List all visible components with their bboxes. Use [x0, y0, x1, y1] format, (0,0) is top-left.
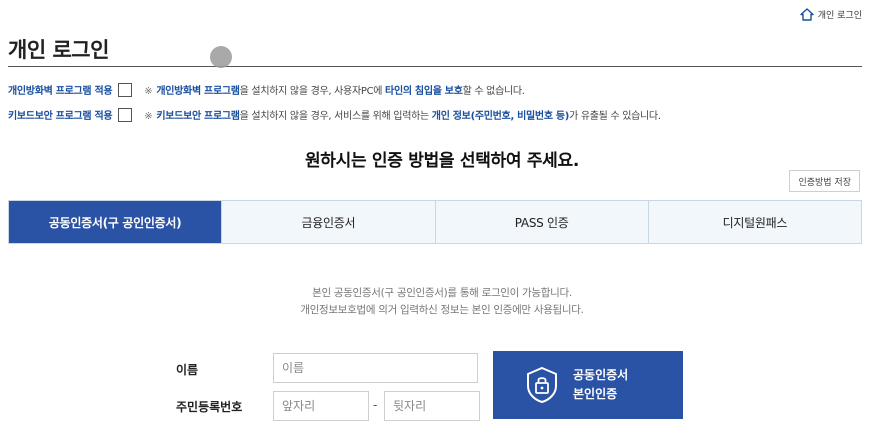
note-text: 을 설치하지 않을 경우, 사용자PC에 — [239, 86, 386, 97]
note-highlight: 개인 정보(주민번호, 비밀번호 등) — [431, 111, 570, 122]
info-line-2: 개인정보보호법에 의거 입력하신 정보는 본인 인증에만 사용됩니다. — [300, 304, 584, 316]
mouse-cursor-indicator — [210, 46, 232, 68]
keyboard-security-option-label: 키보드보안 프로그램 적용 — [8, 111, 113, 122]
keyboard-security-option-row: 키보드보안 프로그램 적용 ※ 키보드보안 프로그램을 설치하지 않을 경우, 서… — [8, 107, 661, 122]
save-auth-method-button[interactable]: 인증방법 저장 — [789, 170, 860, 192]
rrn-label: 주민등록번호 — [176, 400, 243, 414]
name-input[interactable] — [273, 353, 478, 383]
cert-button-label: 공동인증서 본인인증 — [573, 366, 628, 404]
rrn-separator: - — [373, 398, 378, 412]
personal-login-home-link[interactable]: 개인 로그인 — [800, 8, 862, 21]
tab-pass-auth[interactable]: PASS 인증 — [434, 201, 648, 243]
note-highlight: 키보드보안 프로그램 — [156, 111, 240, 122]
rrn-front-input[interactable] — [273, 391, 369, 421]
home-icon — [800, 8, 814, 21]
cert-button-line-2: 본인인증 — [573, 387, 618, 401]
note-text: 가 유출될 수 있습니다. — [569, 111, 661, 122]
tab-joint-certificate[interactable]: 공동인증서(구 공인인증서) — [9, 201, 222, 243]
page-title: 개인 로그인 — [8, 38, 109, 62]
auth-method-headline: 원하시는 인증 방법을 선택하여 주세요. — [304, 151, 580, 171]
firewall-option-note: ※ 개인방화벽 프로그램을 설치하지 않을 경우, 사용자PC에 타인의 침입을 … — [144, 82, 525, 97]
joint-certificate-auth-button[interactable]: 공동인증서 본인인증 — [493, 351, 683, 419]
keyboard-security-option-note: ※ 키보드보안 프로그램을 설치하지 않을 경우, 서비스를 위해 입력하는 개인… — [144, 107, 661, 122]
note-mark: ※ — [144, 86, 153, 97]
firewall-option-row: 개인방화벽 프로그램 적용 ※ 개인방화벽 프로그램을 설치하지 않을 경우, 사… — [8, 82, 525, 97]
home-link-label: 개인 로그인 — [817, 11, 862, 21]
keyboard-security-option-checkbox[interactable] — [118, 107, 133, 122]
info-line-1: 본인 공동인증서(구 공인인증서)를 통해 로그인이 가능합니다. — [312, 287, 572, 299]
note-highlight: 개인방화벽 프로그램 — [156, 86, 240, 97]
note-text: 할 수 없습니다. — [462, 86, 525, 97]
tab-financial-certificate[interactable]: 금융인증서 — [221, 201, 435, 243]
note-highlight: 타인의 침입을 보호 — [385, 86, 463, 97]
certificate-shield-icon — [527, 366, 557, 404]
note-text: 을 설치하지 않을 경우, 서비스를 위해 입력하는 — [239, 111, 432, 122]
note-mark: ※ — [144, 111, 153, 122]
firewall-option-label: 개인방화벽 프로그램 적용 — [8, 86, 113, 97]
firewall-option-checkbox[interactable] — [118, 82, 133, 97]
auth-info-text: 본인 공동인증서(구 공인인증서)를 통해 로그인이 가능합니다. 개인정보보호… — [0, 285, 884, 319]
name-label: 이름 — [176, 363, 199, 377]
rrn-back-input[interactable] — [384, 391, 480, 421]
tab-digital-onepass[interactable]: 디지털원패스 — [647, 201, 861, 243]
auth-method-tabs: 공동인증서(구 공인인증서) 금융인증서 PASS 인증 디지털원패스 — [8, 200, 862, 244]
cert-button-line-1: 공동인증서 — [573, 368, 629, 382]
title-divider — [8, 66, 862, 67]
